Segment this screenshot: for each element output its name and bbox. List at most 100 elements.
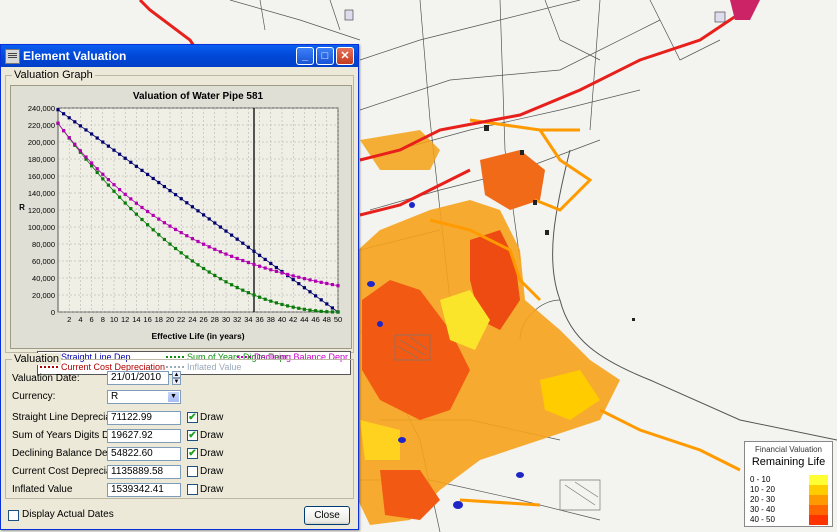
series-point [224, 252, 228, 256]
date-spin-down[interactable]: ▼ [172, 378, 181, 385]
currency-label: Currency: [12, 391, 56, 402]
valuation-row-value[interactable]: 1539342.41 [107, 483, 181, 497]
series-point [151, 228, 155, 232]
map-legend-item-label: 20 - 30 [750, 495, 775, 504]
series-point [123, 201, 127, 205]
series-point [73, 142, 77, 146]
close-window-button[interactable]: ✕ [336, 47, 354, 65]
series-point [196, 263, 200, 267]
x-tick-label: 38 [267, 315, 275, 324]
series-point [207, 270, 211, 274]
close-button[interactable]: Close [304, 506, 350, 525]
series-point [140, 205, 144, 210]
display-actual-dates-checkbox[interactable] [8, 510, 19, 521]
series-point [280, 302, 284, 307]
x-tick-label: 20 [166, 315, 174, 324]
series-point [90, 161, 94, 165]
valuation-row-value[interactable]: 1135889.58 [107, 465, 181, 479]
series-point [73, 120, 77, 124]
series-point [95, 167, 99, 171]
x-tick-label: 6 [90, 315, 94, 324]
series-point [185, 234, 189, 238]
currency-select[interactable]: R ▼ [107, 390, 181, 404]
series-point [291, 305, 295, 309]
draw-checkbox[interactable] [187, 484, 198, 495]
series-point [291, 274, 295, 278]
series-point [129, 160, 133, 164]
map-legend-item-label: 0 - 10 [750, 475, 771, 484]
draw-checkbox[interactable]: ✔ [187, 448, 198, 459]
series-point [291, 278, 295, 282]
series-point [330, 306, 334, 310]
series-point [168, 224, 172, 228]
valuation-row-value[interactable]: 19627.92 [107, 429, 181, 443]
x-tick-label: 12 [121, 315, 129, 324]
series-point [162, 221, 166, 225]
draw-checkbox[interactable]: ✔ [187, 412, 198, 423]
series-point [230, 254, 234, 258]
series-point [179, 231, 183, 235]
series-point [174, 227, 178, 232]
series-point [196, 239, 200, 244]
draw-checkbox[interactable]: ✔ [187, 430, 198, 441]
series-point [112, 189, 116, 193]
map-legend-swatch [809, 515, 828, 525]
map-legend-swatch [809, 485, 828, 495]
draw-checkbox-label: Draw [200, 484, 224, 495]
series-point [314, 309, 318, 313]
series-point [106, 183, 110, 187]
valuation-graph-label: Valuation Graph [12, 69, 95, 81]
series-point [308, 278, 312, 282]
series-point [274, 269, 278, 273]
draw-checkbox-label: Draw [200, 466, 224, 477]
chart-panel: Valuation of Water Pipe 581 Effective Lif… [10, 85, 352, 349]
maximize-button[interactable]: □ [316, 47, 334, 65]
title-bar[interactable]: Element Valuation _ □ ✕ [1, 45, 358, 67]
x-tick-label: 30 [222, 315, 230, 324]
x-tick-label: 32 [233, 315, 241, 324]
x-tick-label: 42 [289, 315, 297, 324]
series-point [325, 302, 329, 306]
series-point [123, 156, 127, 160]
minimize-button[interactable]: _ [296, 47, 314, 65]
series-point [101, 172, 105, 176]
series-point [246, 291, 250, 295]
x-tick-label: 14 [132, 315, 140, 324]
series-point [213, 273, 217, 278]
valuation-row-value[interactable]: 71122.99 [107, 411, 181, 425]
series-point [185, 255, 189, 259]
series-point [179, 251, 183, 255]
series-point [146, 209, 150, 214]
series-point [202, 242, 206, 246]
date-spin-up[interactable]: ▲ [172, 371, 181, 378]
valuation-date-input[interactable]: 21/01/2010 [107, 371, 169, 385]
valuation-date-label: Valuation Date: [12, 373, 80, 384]
series-point [190, 205, 194, 209]
series-point [168, 242, 172, 246]
valuation-row-value[interactable]: 54822.60 [107, 447, 181, 461]
series-point [218, 277, 222, 281]
series-point [252, 262, 256, 267]
series-point [274, 265, 278, 270]
map-legend-swatch [809, 495, 828, 505]
chevron-down-icon[interactable]: ▼ [168, 392, 179, 402]
y-tick-label: 20,000 [32, 291, 55, 300]
series-point [246, 260, 250, 265]
series-point [151, 213, 155, 217]
series-point [319, 309, 323, 313]
series-point [67, 135, 71, 140]
map-legend-item: 10 - 20 [750, 485, 828, 495]
series-point [78, 124, 82, 128]
x-tick-label: 44 [300, 315, 308, 324]
series-point [280, 271, 284, 275]
series-point [118, 188, 122, 192]
map-legend-item-label: 40 - 50 [750, 515, 775, 524]
series-point [258, 253, 262, 257]
y-tick-label: 140,000 [28, 189, 55, 198]
series-point [67, 116, 71, 120]
draw-checkbox[interactable] [187, 466, 198, 477]
draw-checkbox-label: Draw [200, 448, 224, 459]
series-point [241, 288, 245, 292]
series-point [157, 217, 161, 221]
x-tick-label: 40 [278, 315, 286, 324]
